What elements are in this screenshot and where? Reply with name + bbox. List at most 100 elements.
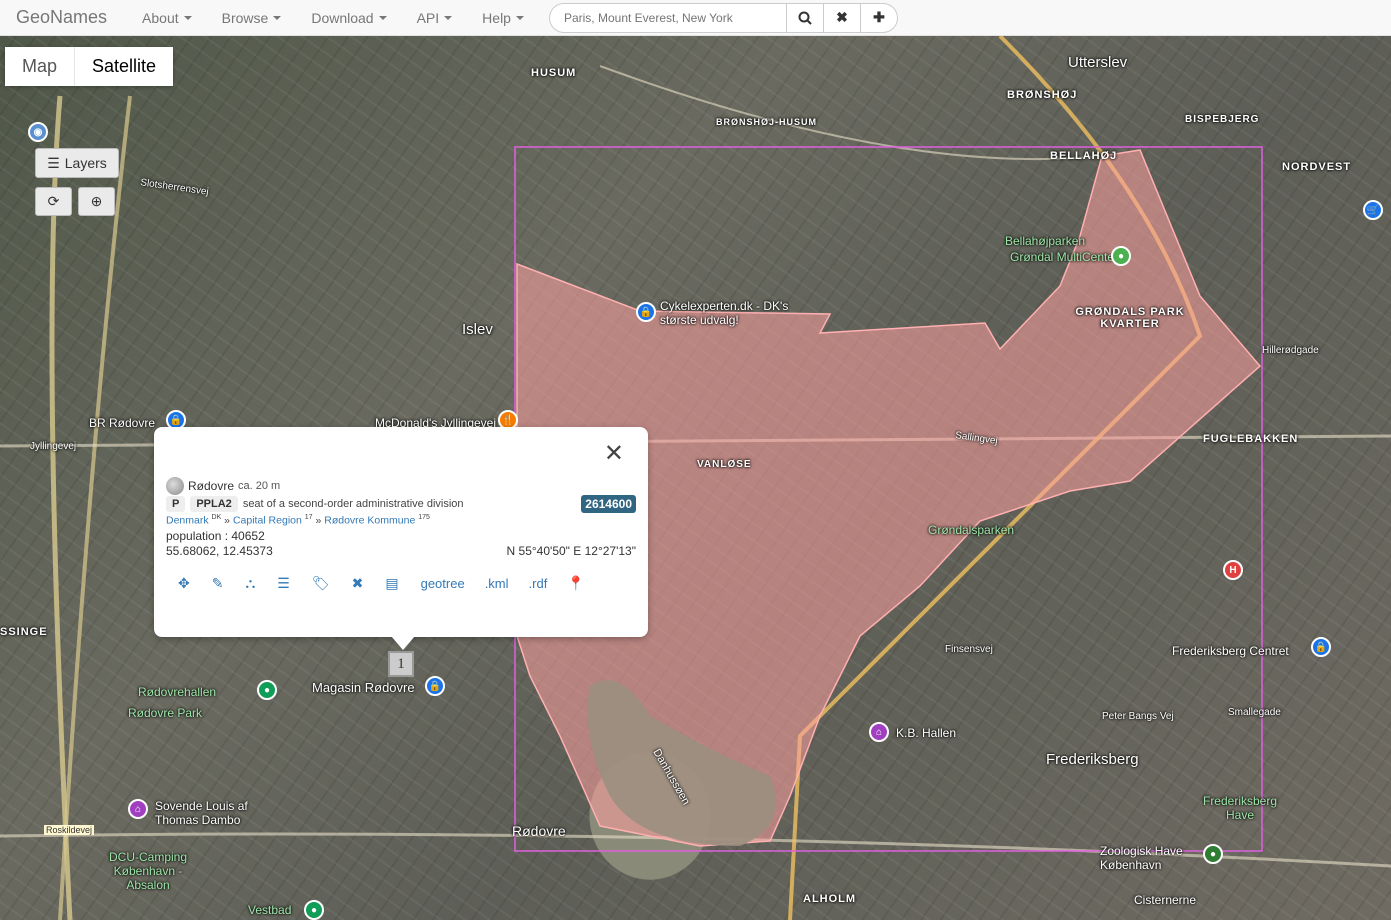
search-group: ✖ ✚: [548, 2, 898, 33]
shop-icon[interactable]: 🔒: [636, 302, 656, 322]
hierarchy-icon[interactable]: ⛬: [245, 575, 255, 592]
brand-logo[interactable]: GeoNames: [16, 7, 107, 28]
map-label: BRØNSHØJ: [1007, 89, 1078, 101]
map-label: DCU-Camping København - Absalon: [108, 850, 188, 892]
refresh-icon: ⟳: [47, 193, 60, 209]
hierarchy-breadcrumb: Denmark DK » Capital Region 17 » Rødovre…: [166, 514, 430, 527]
map-type-control: Map Satellite: [5, 47, 174, 86]
search-button[interactable]: [786, 2, 824, 33]
map-label: Finsensvej: [945, 644, 993, 655]
map-label: HUSUM: [531, 67, 577, 79]
map-label: Cisternerne: [1134, 893, 1197, 907]
landmark-icon[interactable]: ⌂: [869, 722, 889, 742]
region-link[interactable]: Capital Region: [233, 515, 302, 527]
map-label: Rødovre Park: [128, 706, 203, 720]
feature-description: seat of a second-order administrative di…: [242, 498, 464, 510]
map-label: Vestbad: [248, 903, 292, 917]
map-label: BRØNSHØJ-HUSUM: [716, 117, 818, 127]
map-label: Smallegade: [1228, 707, 1281, 718]
map-label: Rødovrehallen: [138, 685, 217, 699]
chevron-down-icon: [273, 15, 282, 20]
place-popup: ✕ Rødovre ca. 20 m P PPLA2 seat of a sec…: [154, 427, 648, 637]
map-type-map-button[interactable]: Map: [5, 47, 74, 86]
map-type-satellite-button[interactable]: Satellite: [74, 47, 173, 86]
table-icon[interactable]: ▤: [385, 575, 398, 592]
move-icon[interactable]: ✥: [178, 575, 190, 592]
rdf-link[interactable]: .rdf: [529, 576, 548, 591]
park-icon[interactable]: ●: [1111, 246, 1131, 266]
plus-circle-icon: ⊕: [90, 193, 103, 209]
map-label: Jyllingevej: [30, 441, 77, 452]
nav-about[interactable]: About: [127, 10, 207, 26]
elevation: ca. 20 m: [238, 480, 281, 492]
chevron-down-icon: [183, 15, 192, 20]
country-link[interactable]: Denmark: [166, 515, 209, 527]
park-icon[interactable]: ●: [257, 680, 277, 700]
place-name: Rødovre: [188, 479, 235, 493]
layers-button[interactable]: ☰ Layers: [35, 148, 119, 178]
map-label: K.B. Hallen: [896, 726, 957, 740]
chevron-down-icon: [444, 15, 453, 20]
map-label: Frederiksberg Centret: [1172, 644, 1289, 658]
delete-icon[interactable]: ✖: [352, 575, 364, 592]
shopping-cart-icon[interactable]: 🛒: [1363, 200, 1383, 220]
feature-class-badge: P: [166, 496, 186, 512]
edit-icon[interactable]: ✎: [212, 575, 224, 592]
map-label: Cykelexperten.dk - DK's største udvalg!: [660, 299, 789, 327]
map-label: Sovende Louis af Thomas Dambo: [155, 799, 248, 827]
navbar: GeoNames About Browse Download API Help …: [0, 0, 1391, 36]
decimal-coordinates: 55.68062, 12.45373: [166, 544, 273, 558]
map-label: Hillerødgade: [1262, 345, 1319, 356]
zoo-icon[interactable]: ●: [1203, 844, 1223, 864]
geotree-link[interactable]: geotree: [421, 576, 465, 591]
refresh-button[interactable]: ⟳: [35, 187, 72, 216]
map-label: Frederiksberg: [1046, 751, 1139, 768]
add-point-button[interactable]: ⊕: [78, 187, 115, 216]
close-icon: ✖: [836, 9, 848, 25]
region-sup: 17: [304, 514, 313, 521]
map-label: GRØNDALS PARK KVARTER: [1075, 306, 1185, 330]
plus-icon: ✚: [873, 9, 885, 25]
nav-api-label: API: [416, 9, 440, 26]
map-label: Frederiksberg Have: [1202, 794, 1278, 822]
kommune-sup: 175: [418, 514, 430, 521]
map-label: Grøndal MultiCenter: [1010, 250, 1119, 264]
map-label: BISPEBJERG: [1185, 114, 1260, 125]
search-input[interactable]: [548, 2, 787, 33]
nav-browse[interactable]: Browse: [207, 10, 297, 26]
layers-label: Layers: [64, 155, 107, 171]
shop-icon[interactable]: 🔒: [425, 676, 445, 696]
add-button[interactable]: ✚: [860, 2, 898, 33]
clear-button[interactable]: ✖: [823, 2, 861, 33]
list-icon[interactable]: ☰: [277, 575, 290, 592]
popup-title-row: Rødovre ca. 20 m: [166, 477, 280, 495]
chevron-down-icon: [515, 15, 524, 20]
search-icon: [798, 11, 812, 25]
map-label: BELLAHØJ: [1050, 150, 1118, 162]
nav-api[interactable]: API: [402, 10, 468, 26]
map-label: BR Rødovre: [89, 416, 156, 430]
pin-icon[interactable]: ◉: [28, 122, 48, 142]
tags-icon[interactable]: 🏷: [312, 575, 330, 592]
kml-link[interactable]: .kml: [485, 576, 509, 591]
map-marker-icon[interactable]: 📍: [567, 575, 584, 592]
map-label: Islev: [462, 321, 493, 338]
landmark-icon[interactable]: ⌂: [128, 799, 148, 819]
hospital-icon[interactable]: H: [1223, 560, 1243, 580]
chevron-down-icon: [378, 15, 387, 20]
geonameid-badge[interactable]: 2614600: [581, 495, 636, 513]
shop-icon[interactable]: 🔒: [1311, 637, 1331, 657]
globe-icon: [166, 477, 184, 495]
park-icon[interactable]: ●: [304, 900, 324, 920]
cluster-marker[interactable]: 1: [388, 651, 414, 677]
nav-help[interactable]: Help: [467, 10, 539, 26]
popup-feature-row: P PPLA2 seat of a second-order administr…: [166, 496, 464, 512]
close-icon[interactable]: ✕: [604, 439, 624, 468]
nav-browse-label: Browse: [221, 9, 269, 26]
map-label: Roskildevej: [44, 825, 95, 835]
map-label: NORDVEST: [1282, 161, 1352, 173]
map-label: Zoologisk Have København: [1100, 844, 1183, 872]
nav-download[interactable]: Download: [296, 10, 401, 26]
nav-download-label: Download: [311, 9, 374, 26]
kommune-link[interactable]: Rødovre Kommune: [324, 515, 415, 527]
